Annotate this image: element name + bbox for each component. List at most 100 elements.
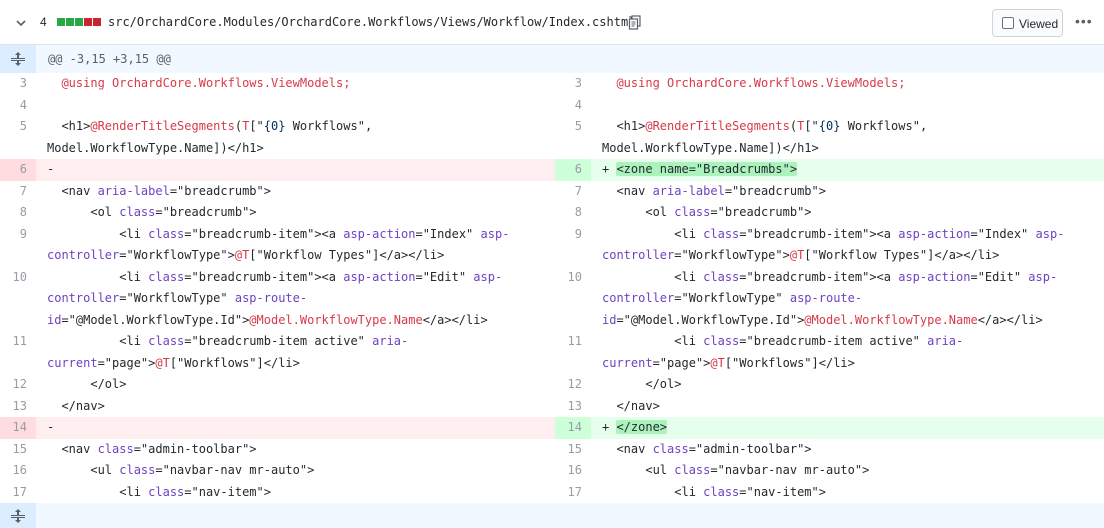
left-line-number[interactable]: 15 [0, 438, 36, 460]
left-code-line: <nav aria-label="breadcrumb"> [47, 181, 271, 203]
left-line-number[interactable]: 10 [0, 266, 36, 288]
code-token: <ol [47, 205, 120, 219]
left-code-line: </nav> [47, 396, 105, 418]
left-line-number[interactable]: 13 [0, 395, 36, 417]
left-line-number[interactable] [0, 288, 36, 310]
code-token: ="navbar-nav mr-auto"> [155, 463, 315, 477]
copy-icon[interactable] [628, 15, 642, 30]
table-row: controller="WorkflowType" asp-route-cont… [0, 288, 1104, 310]
right-line-context: 9 <li class="breadcrumb-item"><a asp-act… [555, 223, 1104, 246]
code-token: @T [234, 248, 250, 262]
diff-table: 3 @using OrchardCore.Workflows.ViewModel… [0, 73, 1104, 503]
left-line-number[interactable]: 6 [0, 159, 36, 181]
right-line-number[interactable]: 11 [555, 331, 591, 353]
code-token: asp-route- [789, 291, 863, 305]
viewed-checkbox[interactable] [1002, 17, 1014, 29]
left-code-line: controller="WorkflowType" asp-route- [47, 288, 307, 310]
right-line-number[interactable] [555, 309, 591, 331]
code-token: <h1> [47, 119, 91, 133]
right-line-number[interactable]: 5 [555, 116, 591, 138]
right-line-number[interactable]: 12 [555, 374, 591, 396]
left-line-number[interactable]: 5 [0, 116, 36, 138]
more-options-icon[interactable]: ••• [1075, 13, 1093, 29]
code-token: ="navbar-nav mr-auto"> [710, 463, 870, 477]
right-line-number[interactable]: 7 [555, 180, 591, 202]
left-line-number[interactable]: 4 [0, 94, 36, 116]
code-token: class [148, 226, 185, 241]
right-line-number[interactable]: 13 [555, 395, 591, 417]
left-code-line: current="page">@T["Workflows"]</li> [47, 353, 300, 375]
code-token: asp- [1035, 226, 1065, 241]
code-token: class [652, 441, 689, 456]
right-line-number[interactable] [555, 288, 591, 310]
code-token: ="admin-toolbar"> [688, 441, 812, 456]
code-token: ["Workflows"]</li> [169, 355, 300, 370]
right-code-line: <li class="breadcrumb-item"><a asp-actio… [602, 224, 1064, 246]
table-row: 6-6 + <zone name="Breadcrumbs"> [0, 159, 1104, 181]
left-line-number[interactable]: 16 [0, 460, 36, 482]
code-token: ["Workflow Types"]</a></li> [804, 248, 1000, 262]
code-token: current [47, 355, 98, 370]
code-token: ["Workflows"]</li> [724, 355, 855, 370]
table-row: 5 <h1>@RenderTitleSegments(T["{0} Workfl… [0, 116, 1104, 138]
code-token: <li [602, 334, 704, 348]
right-line-context: 15 <nav class="admin-toolbar"> [555, 438, 1104, 460]
right-code-line: + </zone> [602, 417, 668, 439]
code-token: <li [602, 226, 704, 241]
code-token: asp- [473, 269, 503, 284]
right-line-number[interactable] [555, 352, 591, 374]
left-line-number[interactable]: 3 [0, 73, 36, 95]
right-line-number[interactable]: 14 [555, 417, 591, 439]
right-line-number[interactable]: 17 [555, 481, 591, 503]
code-token: @using [616, 76, 668, 90]
code-token: aria-label [97, 183, 170, 198]
file-path[interactable]: src/OrchardCore.Modules/OrchardCore.Work… [108, 15, 635, 29]
right-line-number[interactable]: 3 [555, 73, 591, 95]
right-line-number[interactable]: 6 [555, 159, 591, 181]
expand-up-button[interactable] [0, 45, 36, 73]
code-token: ="page"> [97, 355, 156, 370]
left-line-number[interactable] [0, 309, 36, 331]
code-token: id [47, 312, 62, 327]
code-token: controller [602, 291, 675, 305]
code-token: @Model.WorkflowType.Name [804, 312, 978, 327]
left-line-number[interactable]: 17 [0, 481, 36, 503]
code-token: <li [47, 484, 149, 499]
right-line-number[interactable] [555, 245, 591, 267]
code-token: </ol> [47, 377, 127, 391]
right-line-number[interactable]: 16 [555, 460, 591, 482]
left-line-number[interactable]: 7 [0, 180, 36, 202]
code-token: @RenderTitleSegments [90, 119, 235, 133]
right-line-number[interactable] [555, 137, 591, 159]
right-line-added: 14 + </zone> [555, 417, 1104, 439]
code-token: controller [602, 248, 675, 262]
right-line-number[interactable]: 8 [555, 202, 591, 224]
right-line-number[interactable]: 10 [555, 266, 591, 288]
right-code-line: <li class="breadcrumb-item"><a asp-actio… [602, 267, 1057, 289]
right-line-number[interactable]: 9 [555, 223, 591, 245]
right-line-number[interactable]: 4 [555, 94, 591, 116]
left-line-number[interactable] [0, 352, 36, 374]
right-line-number[interactable]: 15 [555, 438, 591, 460]
code-token: ="breadcrumb-item"><a [739, 226, 899, 241]
table-row: 9 <li class="breadcrumb-item"><a asp-act… [0, 223, 1104, 246]
expand-down-button[interactable] [0, 503, 36, 528]
left-line-number[interactable]: 14 [0, 417, 36, 439]
code-token: <ul [602, 463, 675, 477]
left-line-number[interactable]: 11 [0, 331, 36, 353]
left-line-number[interactable]: 9 [0, 223, 36, 245]
code-token: ( [234, 119, 243, 133]
left-line-number[interactable]: 8 [0, 202, 36, 224]
code-token: </nav> [47, 398, 105, 413]
left-line-number[interactable] [0, 137, 36, 159]
left-line-number[interactable]: 12 [0, 374, 36, 396]
right-line-context: 3 @using OrchardCore.Workflows.ViewModel… [555, 73, 1104, 95]
chevron-down-icon[interactable] [15, 17, 27, 29]
left-line-number[interactable] [0, 245, 36, 267]
code-token: ="nav-item"> [739, 484, 826, 499]
diffstat-block-deleted [93, 18, 101, 26]
viewed-button[interactable]: Viewed [992, 9, 1063, 37]
right-code-line: </ol> [602, 374, 681, 396]
left-line-context: 5 <h1>@RenderTitleSegments(T["{0} Workfl… [0, 116, 555, 138]
